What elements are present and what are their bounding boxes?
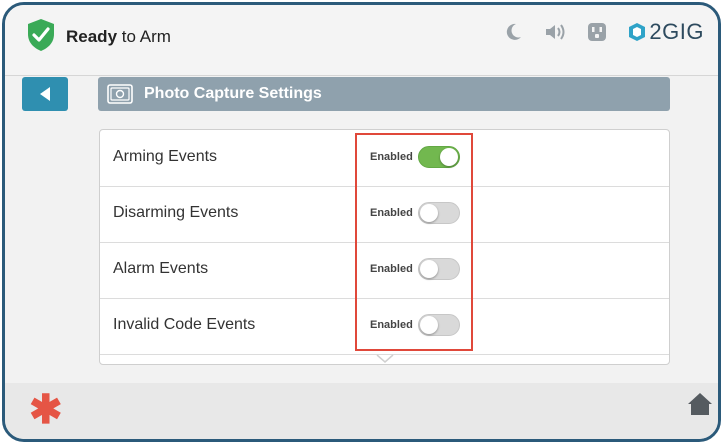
status-bold: Ready <box>66 27 118 46</box>
brand-logo: 2GIG <box>628 19 704 45</box>
back-arrow-icon <box>40 87 50 101</box>
toggle-knob <box>420 204 438 222</box>
moon-icon[interactable] <box>502 21 524 43</box>
setting-label: Arming Events <box>113 148 218 165</box>
scroll-down-chevron-icon[interactable] <box>375 354 395 364</box>
2gig-logo-icon <box>629 23 646 41</box>
setting-row-arming-events: Arming Events Enabled <box>100 130 669 187</box>
status-bar: Ready to Arm 2GIG <box>5 5 718 76</box>
setting-row-alarm-events: Alarm Events Enabled <box>100 242 669 299</box>
arming-events-toggle[interactable] <box>418 146 460 168</box>
emergency-asterisk-icon[interactable]: ✱ <box>29 390 63 430</box>
power-outlet-icon[interactable] <box>586 21 608 43</box>
settings-list: Arming Events Enabled Disarming Events E… <box>99 129 670 365</box>
page-title-bar: Photo Capture Settings <box>98 77 670 111</box>
status-rest: to Arm <box>121 27 171 46</box>
brand-text: 2GIG <box>649 19 704 44</box>
panel-frame: Ready to Arm 2GIG Photo Capture Settings <box>2 2 721 442</box>
back-button[interactable] <box>22 77 68 111</box>
setting-state-label: Enabled <box>370 151 413 163</box>
toggle-knob <box>420 316 438 334</box>
setting-state-label: Enabled <box>370 263 413 275</box>
setting-row-disarming-events: Disarming Events Enabled <box>100 186 669 243</box>
disarming-events-toggle[interactable] <box>418 202 460 224</box>
setting-label: Alarm Events <box>113 260 209 277</box>
bottom-bar <box>5 383 718 439</box>
setting-label: Invalid Code Events <box>113 316 256 333</box>
setting-state-label: Enabled <box>370 319 413 331</box>
setting-row-invalid-code-events: Invalid Code Events Enabled <box>100 298 669 355</box>
alarm-events-toggle[interactable] <box>418 258 460 280</box>
status-icons: 2GIG <box>502 19 704 45</box>
speaker-icon[interactable] <box>544 21 566 43</box>
page-title: Photo Capture Settings <box>144 85 322 102</box>
home-icon[interactable] <box>687 391 713 415</box>
toggle-knob <box>420 260 438 278</box>
setting-state-label: Enabled <box>370 207 413 219</box>
invalid-code-events-toggle[interactable] <box>418 314 460 336</box>
camera-icon <box>107 84 133 104</box>
system-status[interactable]: Ready to Arm <box>66 27 171 47</box>
setting-label: Disarming Events <box>113 204 239 221</box>
toggle-knob <box>440 148 458 166</box>
shield-check-icon <box>28 19 54 51</box>
